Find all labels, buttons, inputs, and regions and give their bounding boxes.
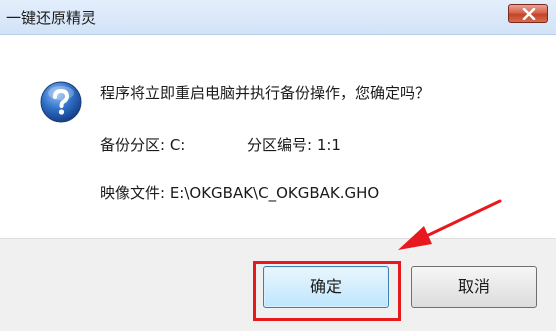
window-title: 一键还原精灵 xyxy=(6,9,97,27)
close-icon xyxy=(522,8,536,20)
backup-info-row: 备份分区: C: 分区编号: 1:1 xyxy=(100,134,341,155)
image-file-label: 映像文件: E:\OKGBAK\C_OKGBAK.GHO xyxy=(100,184,380,202)
close-button[interactable] xyxy=(508,4,548,23)
dialog-body: 程序将立即重启电脑并执行备份操作，您确定吗？ 备份分区: C: 分区编号: 1:… xyxy=(0,35,556,238)
title-bar: 一键还原精灵 xyxy=(0,0,556,35)
cancel-button[interactable]: 取消 xyxy=(411,266,537,308)
partition-number-label: 分区编号: 1:1 xyxy=(247,136,341,154)
annotation-highlight-box xyxy=(253,261,401,321)
question-icon xyxy=(40,81,82,123)
confirm-message: 程序将立即重启电脑并执行备份操作，您确定吗？ xyxy=(100,84,431,102)
backup-partition-label: 备份分区: C: xyxy=(100,136,186,154)
